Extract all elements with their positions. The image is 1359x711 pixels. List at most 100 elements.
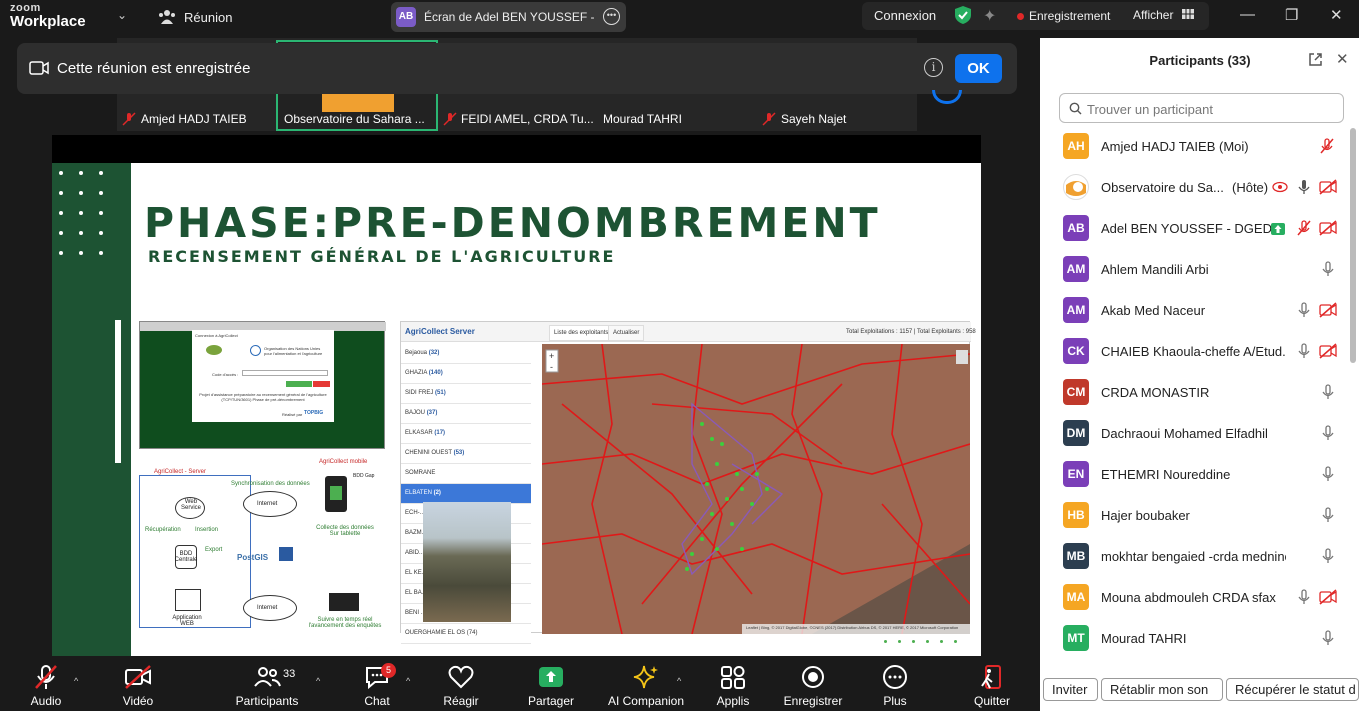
strip-name: Sayeh Najet [781, 112, 847, 126]
map-header: AgriCollect Server Liste des exploitants… [401, 322, 976, 342]
map-list-item: SOMRANE [401, 464, 531, 484]
restore-icon[interactable]: ❐ [1285, 6, 1298, 24]
diagram-internet-2: Internet [257, 605, 278, 611]
chevron-up-icon[interactable]: ^ [677, 676, 681, 686]
participants-count: 33 [283, 668, 296, 680]
participants-icon [254, 667, 281, 687]
info-icon[interactable]: i [924, 58, 943, 77]
panel-title: Participants (33) [1149, 53, 1251, 68]
qgis-icon [279, 547, 293, 561]
connexion-label[interactable]: Connexion [874, 8, 936, 23]
field-photo [423, 502, 511, 622]
participant-row[interactable]: AM Akab Med Naceur [1040, 290, 1345, 331]
meeting-people-icon[interactable] [158, 9, 176, 25]
diagram-bdd-small: BDD Gap [353, 473, 375, 479]
zoom-in-icon: + [549, 351, 555, 361]
chevron-down-icon[interactable]: ⌄ [117, 8, 127, 22]
strip-name: Amjed HADJ TAIEB [141, 112, 247, 126]
chevron-up-icon[interactable]: ^ [74, 676, 78, 686]
minimize-icon[interactable]: — [1240, 6, 1255, 23]
meeting-toolbar: Audio ^ Vidéo Participants ^ Chat ^ Réag… [0, 656, 1040, 711]
login-header: Connexion à AgriCollect [195, 333, 238, 338]
mic-muted-icon [1318, 138, 1336, 154]
diagram-export: Export [205, 547, 223, 553]
map-list-item-name: ABID... [405, 550, 425, 556]
ok-button[interactable]: OK [955, 54, 1002, 83]
title-bar: zoom Workplace ⌄ Réunion AB Écran de Ade… [0, 0, 1359, 34]
avatar [1063, 174, 1089, 200]
participant-row[interactable]: AB Adel BEN YOUSSEF - DGEDA [1040, 208, 1345, 249]
participant-row[interactable]: MB mokhtar bengaied -crda mednine [1040, 536, 1345, 577]
map-tab-refresh: Actualiser [608, 325, 645, 341]
view-button[interactable]: Afficher [1133, 8, 1173, 22]
mic-icon [1319, 261, 1337, 277]
recording-label[interactable]: Enregistrement [1029, 9, 1110, 23]
participant-row[interactable]: MA Mouna abdmouleh CRDA sfax [1040, 577, 1345, 618]
close-icon[interactable]: ✕ [1336, 50, 1349, 68]
chevron-up-icon[interactable]: ^ [406, 676, 410, 686]
participants-label: Participants [235, 694, 299, 708]
participant-row[interactable]: CM CRDA MONASTIR [1040, 372, 1345, 413]
popout-icon[interactable] [1308, 52, 1323, 67]
participant-name: Mourad TAHRI [1101, 631, 1187, 646]
avatar: CK [1063, 338, 1089, 364]
participant-row[interactable]: EN ETHEMRI Noureddine [1040, 454, 1345, 495]
map-total: Total Exploitations : 1157 | Total Explo… [846, 329, 976, 335]
apps-icon [721, 666, 745, 689]
map-list-item-count: (32) [428, 350, 440, 356]
avatar: EN [1063, 461, 1089, 487]
strip-name: Observatoire du Sahara ... [284, 112, 425, 126]
diagram-internet: Internet [257, 501, 278, 507]
mic-icon [1319, 384, 1337, 400]
recording-indicator-icon [932, 90, 962, 104]
audio-label: Audio [30, 694, 62, 708]
reset-audio-button[interactable]: Rétablir mon son [1101, 678, 1223, 701]
login-footer: Projet d'assistance préparatoire au rece… [199, 392, 327, 402]
meeting-label[interactable]: Réunion [184, 10, 232, 25]
shared-screen-top [52, 135, 981, 163]
sparkle-icon[interactable]: ✦ [983, 6, 996, 26]
participant-row[interactable]: Observatoire du Sa... (Hôte) [1040, 167, 1345, 208]
participant-row[interactable]: AM Ahlem Mandili Arbi [1040, 249, 1345, 290]
scrollbar[interactable] [1350, 128, 1356, 363]
search-input[interactable]: Trouver un participant [1059, 93, 1344, 123]
participant-row[interactable]: DM Dachraoui Mohamed Elfadhil [1040, 413, 1345, 454]
participant-name: Ahlem Mandili Arbi [1101, 262, 1209, 277]
participant-row[interactable]: HB Hajer boubaker [1040, 495, 1345, 536]
video-label: Vidéo [122, 694, 154, 708]
participant-row[interactable]: MT Mourad TAHRI [1040, 618, 1345, 659]
map-list-item: Bejaoua (32) [401, 344, 531, 364]
grid-view-icon[interactable] [1182, 9, 1194, 19]
diagram-mobile-label: AgriCollect mobile [319, 459, 368, 465]
map-screenshot: AgriCollect Server Liste des exploitants… [400, 321, 976, 644]
participant-row[interactable]: AH Amjed HADJ TAIEB (Moi) [1040, 126, 1345, 167]
login-code-input [242, 370, 328, 376]
recording-banner: Cette réunion est enregistrée i OK [17, 43, 1017, 94]
search-icon [1069, 102, 1082, 115]
share-indicator[interactable]: AB Écran de Adel BEN YOUSSEF - DGEDA ••• [391, 2, 626, 32]
shield-check-icon[interactable] [954, 5, 972, 25]
mic-muted-icon [122, 112, 136, 126]
map-list-item-name: CHENINI OUEST [405, 450, 452, 456]
avatar: DM [1063, 420, 1089, 446]
participant-row[interactable]: CK CHAIEB Khaoula-cheffe A/Etud... [1040, 331, 1345, 372]
map-list-item: BAJOU (37) [401, 404, 531, 424]
login-connect-button [286, 381, 312, 387]
map-list-item-name: ELBATEN [405, 490, 432, 496]
map-list-item-count: (53) [453, 450, 465, 456]
chat-badge: 5 [381, 663, 396, 678]
react-label: Réagir [443, 694, 479, 708]
diagram-suivi: Suivre en temps réel l'avancement des en… [308, 617, 382, 629]
recover-status-button[interactable]: Récupérer le statut d [1226, 678, 1359, 701]
participant-name: ETHEMRI Noureddine [1101, 467, 1231, 482]
map-list-item: OUERGHAMIE EL OS (74) [401, 624, 531, 644]
apps-label: Applis [716, 694, 750, 708]
search-placeholder: Trouver un participant [1087, 102, 1213, 117]
map-tab-list: Liste des exploitants [549, 325, 614, 341]
map-list-item-count: (2) [433, 490, 441, 496]
invite-button[interactable]: Inviter [1043, 678, 1098, 701]
mic-icon [1295, 302, 1313, 318]
chevron-up-icon[interactable]: ^ [316, 676, 320, 686]
close-window-icon[interactable]: ✕ [1330, 6, 1343, 24]
more-options-icon[interactable]: ••• [603, 8, 620, 25]
